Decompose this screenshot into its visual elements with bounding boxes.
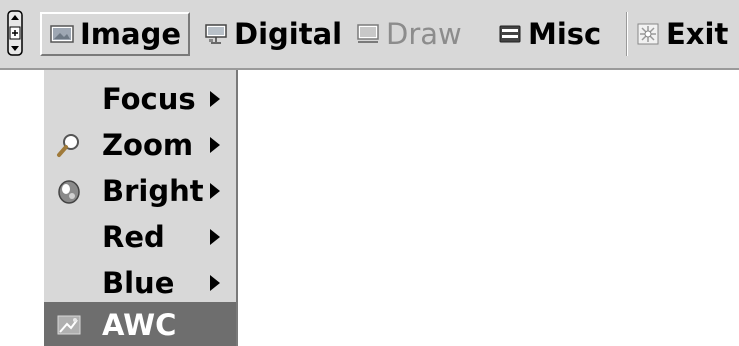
menu-item-bright-label: Bright xyxy=(102,174,204,208)
misc-icon xyxy=(499,25,521,43)
image-dropdown-menu: Focus Zoom Bright Red Blue AWC xyxy=(42,70,238,346)
menu-draw[interactable]: Draw xyxy=(356,12,462,56)
menu-item-awc-label: AWC xyxy=(102,308,177,342)
menu-item-red-label: Red xyxy=(102,220,165,254)
submenu-arrow-icon xyxy=(210,91,220,107)
grip-handle-icon[interactable] xyxy=(5,10,25,56)
menu-exit[interactable]: Exit xyxy=(636,12,728,56)
menu-image[interactable]: Image xyxy=(40,12,190,56)
submenu-arrow-icon xyxy=(210,275,220,291)
menu-image-label: Image xyxy=(80,17,182,51)
exit-icon xyxy=(637,23,659,45)
menu-item-blue-label: Blue xyxy=(102,266,175,300)
menu-item-focus-label: Focus xyxy=(102,82,196,116)
menu-item-blue[interactable]: Blue xyxy=(44,260,236,306)
submenu-arrow-icon xyxy=(210,137,220,153)
menu-misc-label: Misc xyxy=(528,17,602,51)
menu-digital[interactable]: Digital xyxy=(204,12,342,56)
menu-item-zoom-label: Zoom xyxy=(102,128,194,162)
menu-draw-label: Draw xyxy=(386,17,462,51)
menu-digital-label: Digital xyxy=(234,17,343,51)
menu-item-red[interactable]: Red xyxy=(44,214,236,260)
menu-separator xyxy=(626,12,628,56)
menu-exit-label: Exit xyxy=(666,17,729,51)
image-icon xyxy=(50,25,74,43)
magnifier-icon xyxy=(57,134,79,157)
menu-item-focus[interactable]: Focus xyxy=(44,76,236,122)
submenu-arrow-icon xyxy=(210,183,220,199)
menu-bar: Image Digital Draw Misc Exit xyxy=(0,0,739,70)
draw-icon xyxy=(357,24,379,43)
menu-misc[interactable]: Misc xyxy=(498,12,601,56)
menu-item-awc[interactable]: AWC xyxy=(44,302,236,346)
menu-item-zoom[interactable]: Zoom xyxy=(44,122,236,168)
bright-icon xyxy=(58,180,80,204)
submenu-arrow-icon xyxy=(210,229,220,245)
digital-icon xyxy=(205,24,227,44)
awc-icon xyxy=(57,315,81,335)
menu-item-bright[interactable]: Bright xyxy=(44,168,236,214)
